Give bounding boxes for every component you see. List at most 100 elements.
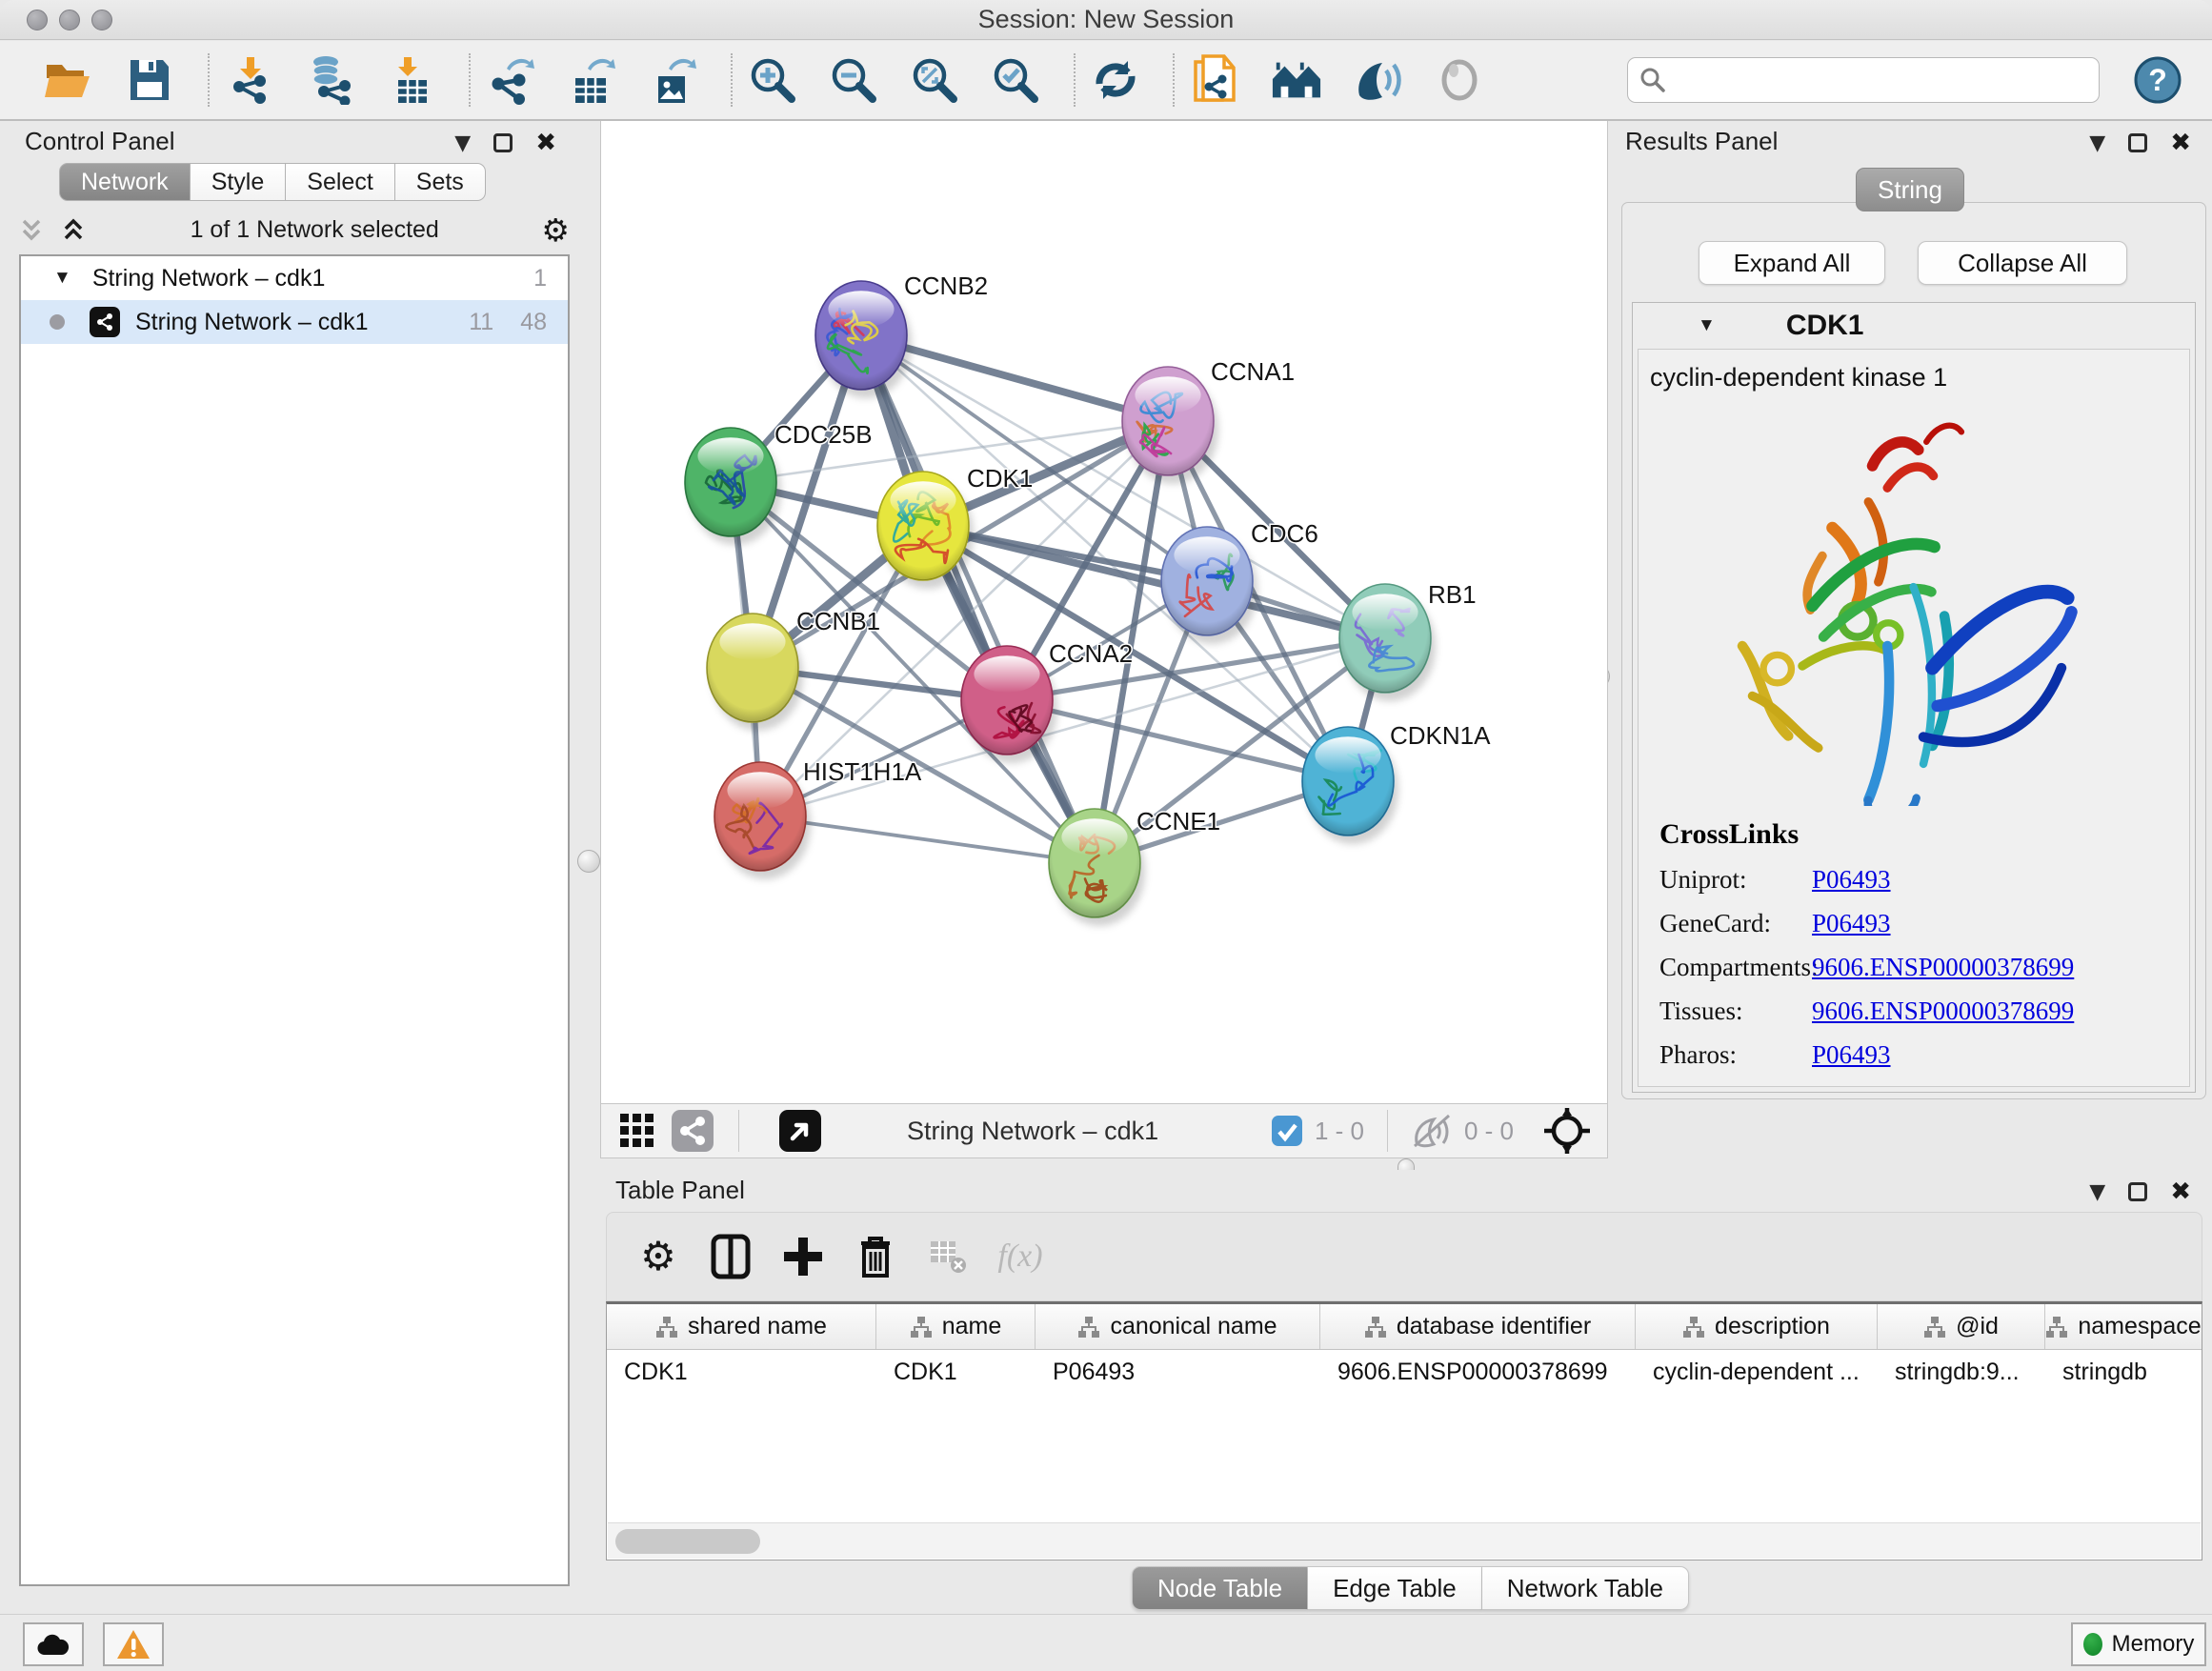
apply-layout-button[interactable] [1091,53,1141,107]
maximize-window-button[interactable] [91,10,112,30]
string-home-button[interactable] [1271,53,1322,107]
compartments-link[interactable]: 9606.ENSP00000378699 [1812,953,2074,982]
glass-ball-toggle-button[interactable] [1434,53,1484,107]
close-panel-icon[interactable]: ✖ [2170,1178,2191,1206]
node-label: RB1 [1428,580,1477,609]
zoom-in-button[interactable] [748,53,798,107]
function-builder-button[interactable]: f(x) [995,1232,1045,1281]
help-button[interactable]: ? [2134,56,2182,104]
float-panel-icon[interactable] [2128,1182,2147,1201]
open-session-button[interactable] [44,53,94,107]
enhanced-labels-button[interactable] [1353,53,1403,107]
open-in-new-window-button[interactable] [779,1110,821,1152]
close-panel-icon[interactable]: ✖ [2170,129,2191,157]
window-controls [27,10,112,30]
import-network-file-button[interactable] [225,53,275,107]
uniprot-link[interactable]: P06493 [1812,865,1891,895]
external-arrow-icon [779,1110,821,1152]
import-network-icon [228,55,271,105]
tab-edge-table[interactable]: Edge Table [1308,1566,1482,1610]
zoom-selected-button[interactable] [991,53,1041,107]
tab-string[interactable]: String [1856,168,1964,211]
warnings-button[interactable] [103,1622,164,1666]
network-node[interactable]: CCNA2 [961,639,1133,763]
panel-menu-icon[interactable]: ▼ [454,131,471,155]
column-header[interactable]: namespace [2045,1304,2202,1349]
network-canvas[interactable]: CCNB2CCNA1CDC25BCDK1CDC6RB1CCNB1CCNA2CDK… [600,121,1608,1103]
export-network-button[interactable] [486,53,536,107]
network-options-gear-icon[interactable]: ⚙ [541,214,570,246]
expand-all-button[interactable]: Expand All [1699,241,1885,285]
show-columns-button[interactable] [706,1232,755,1281]
search-input[interactable] [1676,67,2087,93]
memory-button[interactable]: Memory [2071,1622,2206,1666]
string-import-button[interactable] [1190,53,1240,107]
network-node[interactable]: CDK1 [877,464,1033,589]
export-image-button[interactable] [648,53,698,107]
tab-sets[interactable]: Sets [395,163,486,201]
collection-expand-icon[interactable]: ▼ [53,268,71,289]
crosslink-label: Pharos: [1659,1040,1812,1070]
close-panel-icon[interactable]: ✖ [535,129,556,157]
export-table-button[interactable] [567,53,617,107]
float-panel-icon[interactable] [493,133,513,152]
splitter-grip[interactable] [577,850,600,873]
panel-menu-icon[interactable]: ▼ [2089,1180,2105,1204]
import-table-file-button[interactable] [387,53,437,107]
network-node[interactable]: RB1 [1339,580,1477,701]
column-header[interactable]: @id [1878,1304,2045,1349]
delete-column-button[interactable] [851,1232,900,1281]
column-header[interactable]: shared name [607,1304,876,1349]
create-column-button[interactable] [778,1232,828,1281]
delete-table-icon [929,1239,967,1274]
zoom-out-button[interactable] [829,53,879,107]
network-node[interactable]: CDKN1A [1302,721,1491,844]
network-node[interactable]: CDC6 [1161,519,1318,644]
column-header[interactable]: name [876,1304,1036,1349]
network-node[interactable]: HIST1H1A [714,757,922,879]
network-node[interactable]: CCNB2 [815,272,988,398]
tab-network-table[interactable]: Network Table [1482,1566,1689,1610]
tab-style[interactable]: Style [191,163,287,201]
save-session-button[interactable] [125,53,175,107]
tissues-link[interactable]: 9606.ENSP00000378699 [1812,997,2074,1026]
minimize-window-button[interactable] [59,10,80,30]
network-node[interactable]: CDC25B [685,420,873,545]
collapse-all-button[interactable]: Collapse All [1918,241,2127,285]
panel-menu-icon[interactable]: ▼ [2089,131,2105,155]
results-panel: Results Panel ▼ ✖ String Expand All Coll… [1612,121,2212,1103]
tab-network[interactable]: Network [59,163,191,201]
selected-checkbox-icon[interactable] [1271,1115,1303,1147]
birdseye-grid-button[interactable] [616,1110,658,1152]
table-row[interactable]: CDK1 CDK1 P06493 9606.ENSP00000378699 cy… [607,1350,2202,1394]
column-header[interactable]: description [1636,1304,1878,1349]
network-share-button[interactable] [672,1110,714,1152]
gene-collapse-icon[interactable]: ▼ [1698,315,1716,336]
hidden-eye-icon[interactable] [1411,1114,1453,1148]
crosslinks-block: CrossLinks Uniprot:P06493 GeneCard:P0649… [1659,818,2074,1070]
column-header[interactable]: canonical name [1036,1304,1320,1349]
expand-all-icon[interactable] [59,215,88,244]
pharos-link[interactable]: P06493 [1812,1040,1891,1070]
table-options-button[interactable]: ⚙ [633,1232,683,1281]
cloud-button[interactable] [23,1622,84,1666]
float-panel-icon[interactable] [2128,133,2147,152]
close-window-button[interactable] [27,10,48,30]
delete-table-button[interactable] [923,1232,973,1281]
scrollbar-thumb[interactable] [615,1529,760,1554]
zoom-selected-icon [992,56,1039,104]
network-node[interactable]: CCNB1 [707,607,880,731]
network-row[interactable]: String Network – cdk1 11 48 [21,300,568,344]
zoom-fit-icon [911,56,958,104]
protein-structure-image [1682,406,2082,806]
birdseye-crosshair-icon[interactable] [1542,1106,1592,1156]
import-network-database-button[interactable] [306,53,356,107]
network-collection-row[interactable]: ▼ String Network – cdk1 1 [21,256,568,300]
tab-node-table[interactable]: Node Table [1132,1566,1308,1610]
collapse-all-icon[interactable] [17,215,46,244]
tab-select[interactable]: Select [286,163,394,201]
network-node[interactable]: CCNE1 [1049,807,1220,926]
zoom-fit-button[interactable] [910,53,960,107]
genecard-link[interactable]: P06493 [1812,909,1891,938]
column-header[interactable]: database identifier [1320,1304,1636,1349]
